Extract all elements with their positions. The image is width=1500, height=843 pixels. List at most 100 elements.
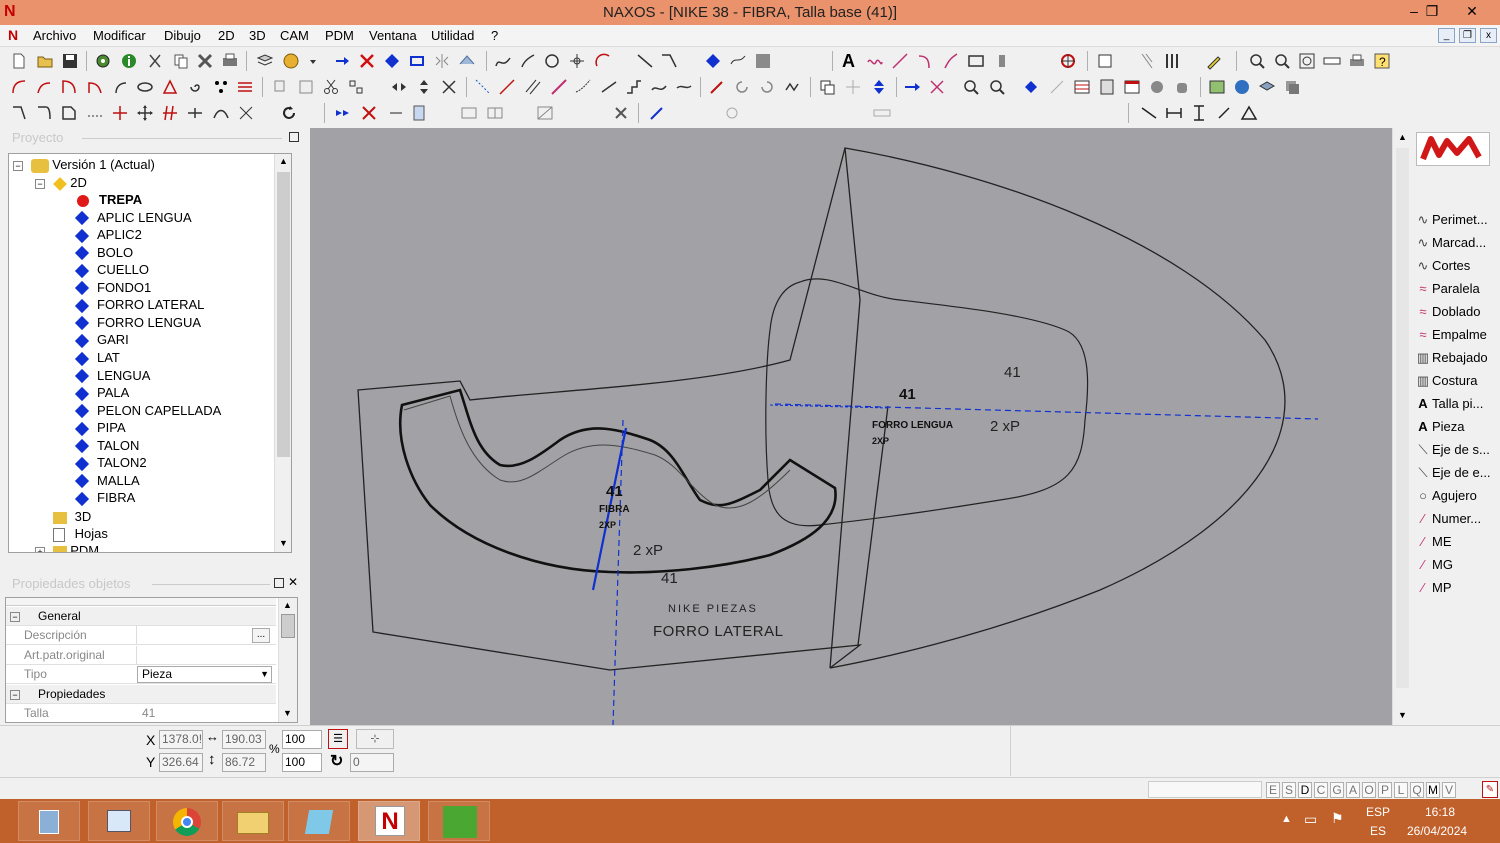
hatch-icon[interactable]: [536, 104, 554, 122]
corner-1-icon[interactable]: [10, 104, 28, 122]
collapse-icon[interactable]: −: [35, 178, 45, 189]
status-flag-q[interactable]: Q: [1410, 782, 1424, 798]
circle-small-icon[interactable]: [723, 104, 741, 122]
scroll-up-icon[interactable]: ▲: [283, 600, 292, 610]
copy-icon[interactable]: [172, 52, 190, 70]
scatter-icon[interactable]: [237, 104, 255, 122]
align-icon[interactable]: [186, 104, 204, 122]
menu-pdm[interactable]: PDM: [325, 28, 354, 43]
collapse-icon[interactable]: −: [13, 160, 23, 171]
layers-icon[interactable]: [256, 52, 274, 70]
mdi-close-button[interactable]: x: [1480, 28, 1497, 43]
spline-icon[interactable]: [519, 52, 537, 70]
pin-icon[interactable]: [708, 78, 726, 96]
curve-icon[interactable]: [494, 52, 512, 70]
step-icon[interactable]: [625, 78, 643, 96]
grid-form-icon[interactable]: [460, 104, 478, 122]
slope-icon[interactable]: [600, 78, 618, 96]
duplicate-icon[interactable]: [818, 78, 836, 96]
scroll-up-icon[interactable]: ▲: [1398, 132, 1407, 142]
status-flag-g[interactable]: G: [1330, 782, 1344, 798]
text-tool-icon[interactable]: A: [842, 52, 860, 70]
tree-item[interactable]: FORRO LENGUA: [73, 314, 201, 331]
status-flag-c[interactable]: C: [1314, 782, 1328, 798]
help-icon[interactable]: ?: [1373, 52, 1391, 70]
status-flag-v[interactable]: V: [1442, 782, 1456, 798]
node-icon[interactable]: [704, 52, 722, 70]
tool-agujero[interactable]: ○ Agujero: [1414, 485, 1500, 507]
parallel-icon[interactable]: [524, 78, 542, 96]
keyboard-layout[interactable]: ES: [1370, 824, 1386, 838]
dimension-arrow-icon[interactable]: [1215, 104, 1233, 122]
group-general[interactable]: − General: [6, 607, 276, 626]
corner-3-icon[interactable]: [60, 104, 78, 122]
expand-icon[interactable]: +: [35, 546, 45, 552]
offset-icon[interactable]: [729, 52, 747, 70]
tool-me[interactable]: ⁄ ME: [1414, 531, 1500, 553]
tree-root[interactable]: − Versión 1 (Actual): [13, 156, 155, 173]
move-icon[interactable]: [136, 104, 154, 122]
mark-icon[interactable]: [993, 52, 1011, 70]
taskbar-naxos-app[interactable]: N: [358, 801, 420, 841]
pin-panel-icon[interactable]: [274, 578, 284, 588]
explode-icon[interactable]: [844, 78, 862, 96]
menu-3d[interactable]: 3D: [249, 28, 266, 43]
tree-pdm[interactable]: + PDM: [35, 542, 99, 552]
pattern-drawing[interactable]: 41 FIBRA 2XP 2 xP 41 41 FORRO LENGUA 2XP…: [310, 128, 1392, 725]
prop-art-patr-original[interactable]: Art.patr.original: [6, 646, 276, 665]
rotate-icon[interactable]: ↻: [330, 751, 343, 771]
group-propiedades[interactable]: − Propiedades: [6, 685, 276, 704]
grid-snap-icon[interactable]: ⊹: [356, 729, 394, 749]
status-flag-o[interactable]: O: [1362, 782, 1376, 798]
status-flag-d[interactable]: D: [1298, 782, 1312, 798]
prop-tipo[interactable]: Tipo Pieza ▼: [6, 665, 276, 684]
tree-item[interactable]: TREPA: [73, 191, 142, 208]
delete-piece-icon[interactable]: [358, 52, 376, 70]
group-icon[interactable]: [458, 52, 476, 70]
y-coord-field[interactable]: 326.64: [159, 753, 203, 772]
triangle-icon[interactable]: [161, 78, 179, 96]
grid-lines-icon[interactable]: [236, 78, 254, 96]
tree-item[interactable]: LAT: [73, 349, 120, 366]
status-flag-p[interactable]: P: [1378, 782, 1392, 798]
image-icon[interactable]: [1208, 78, 1226, 96]
cut-line-icon[interactable]: [550, 78, 568, 96]
tool-talla-pieza[interactable]: A Talla pi...: [1414, 393, 1500, 415]
tool-paralela[interactable]: ≈ Paralela: [1414, 278, 1500, 300]
document-icon[interactable]: [410, 104, 428, 122]
piece-remove-icon[interactable]: [360, 104, 378, 122]
stack-icon[interactable]: [1283, 78, 1301, 96]
arc-tool-2-icon[interactable]: [35, 78, 53, 96]
clock-time[interactable]: 16:18: [1425, 805, 1455, 819]
pencil-set-icon[interactable]: [1163, 52, 1181, 70]
tree-item[interactable]: GARI: [73, 331, 129, 349]
menu-2d[interactable]: 2D: [218, 28, 235, 43]
tool-mg[interactable]: ⁄ MG: [1414, 554, 1500, 576]
menu-ventana[interactable]: Ventana: [369, 28, 417, 43]
chevron-down-icon[interactable]: ▼: [260, 665, 269, 684]
tree-item[interactable]: PALA: [73, 384, 129, 401]
network-icon[interactable]: ▭: [1304, 811, 1317, 828]
x-coord-field[interactable]: 1378.0!: [159, 730, 203, 749]
seam-icon[interactable]: [574, 78, 592, 96]
tree-folder-3d[interactable]: 3D: [53, 508, 91, 525]
crosshair-icon[interactable]: [568, 52, 586, 70]
collapse-icon[interactable]: −: [10, 690, 20, 700]
color-palette-icon[interactable]: [282, 52, 300, 70]
taskbar-green-app[interactable]: [428, 801, 490, 841]
open-folder-icon[interactable]: [36, 52, 54, 70]
tool-eje-simetria[interactable]: ⟍ Eje de s...: [1414, 439, 1500, 461]
line-icon[interactable]: [636, 52, 654, 70]
tree-item[interactable]: PIPA: [73, 419, 126, 436]
arc-icon[interactable]: [594, 52, 612, 70]
mdi-restore-button[interactable]: ❐: [1459, 28, 1476, 43]
tool-perimetro[interactable]: ∿ Perimet...: [1414, 209, 1500, 231]
paste-piece-icon[interactable]: [297, 78, 315, 96]
point-icon[interactable]: [383, 52, 401, 70]
zigzag-icon[interactable]: [784, 78, 802, 96]
calculator-icon[interactable]: [1098, 78, 1116, 96]
printer-icon[interactable]: [1348, 52, 1366, 70]
window-icon[interactable]: [1123, 78, 1141, 96]
cut-icon[interactable]: [146, 52, 164, 70]
pin-panel-icon[interactable]: [289, 132, 299, 142]
